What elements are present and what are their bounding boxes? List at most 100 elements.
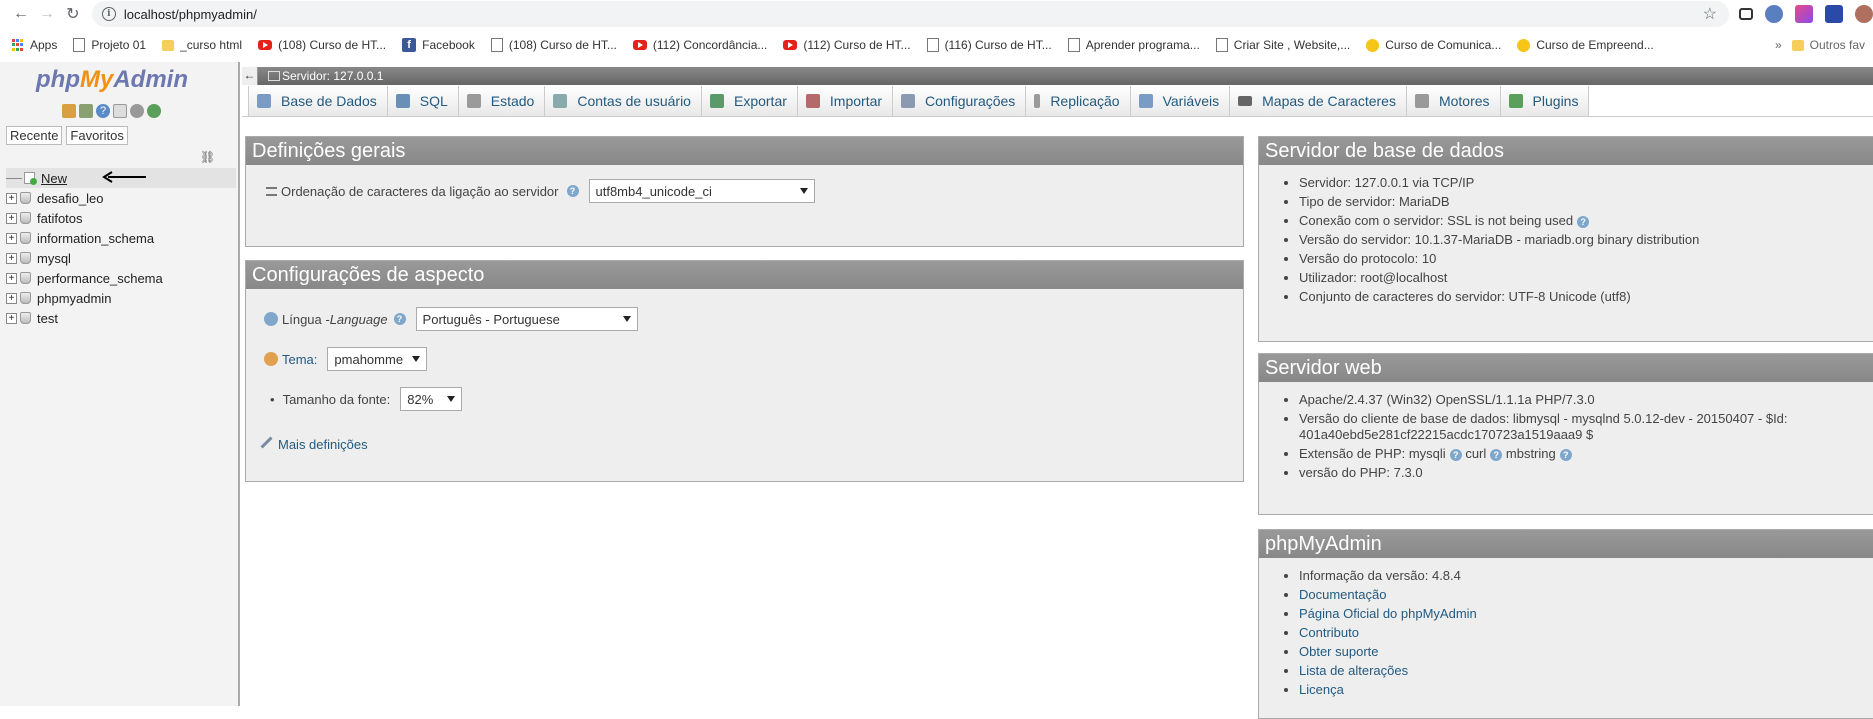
expand-icon[interactable]: +	[6, 232, 17, 244]
page-icon	[1067, 38, 1080, 52]
tree-item-db[interactable]: + mysql	[6, 248, 236, 268]
docs-icon[interactable]	[113, 104, 127, 118]
bookmark-criar-site[interactable]: Criar Site , Website,...	[1215, 38, 1350, 52]
help-icon[interactable]: ?	[96, 104, 110, 118]
database-server-panel: Servidor de base de dados Servidor: 127.…	[1258, 136, 1873, 342]
more-bookmarks-button[interactable]: »	[1775, 38, 1782, 52]
bookmark-aprender[interactable]: Aprender programa...	[1067, 38, 1200, 52]
tree-item-db[interactable]: + performance_schema	[6, 268, 236, 288]
license-link[interactable]: Licença	[1299, 682, 1344, 697]
help-icon[interactable]: ?	[393, 313, 406, 325]
bookmark-empreend[interactable]: Curso de Empreend...	[1517, 38, 1654, 52]
collapse-navigation-button[interactable]: ←	[242, 67, 258, 85]
settings-icon[interactable]	[130, 104, 144, 118]
font-size-select[interactable]: 82%	[400, 387, 463, 411]
theme-label[interactable]: Tema:	[282, 352, 317, 367]
help-icon[interactable]: ?	[1577, 215, 1590, 228]
forward-button[interactable]: →	[34, 1, 60, 27]
bookmark-apps[interactable]: Apps	[12, 38, 57, 52]
favorites-tab[interactable]: Favoritos	[66, 126, 128, 145]
help-icon[interactable]: ?	[1490, 448, 1503, 461]
help-icon[interactable]: ?	[1449, 448, 1462, 461]
theme-select[interactable]: pmahomme	[327, 347, 428, 371]
collation-select[interactable]: utf8mb4_unicode_ci	[588, 179, 815, 203]
info-item: versão do PHP: 7.3.0	[1299, 465, 1873, 481]
documentation-link[interactable]: Documentação	[1299, 587, 1386, 602]
list-icon	[266, 186, 277, 196]
panel-title: phpMyAdmin	[1259, 530, 1873, 558]
tab-charsets[interactable]: Mapas de Caracteres	[1229, 85, 1407, 116]
tab-user-accounts[interactable]: Contas de usuário	[544, 85, 702, 116]
help-icon[interactable]: ?	[1559, 448, 1572, 461]
back-button[interactable]: ←	[8, 1, 34, 27]
bookmarks-bar: Apps Projeto 01 _curso html (108) Curso …	[0, 33, 1873, 57]
bookmark-curso-ht-108b[interactable]: (108) Curso de HT...	[490, 38, 617, 52]
tree-item-db[interactable]: + fatifotos	[6, 208, 236, 228]
info-icon[interactable]: i	[101, 7, 116, 21]
tab-export[interactable]: Exportar	[700, 85, 798, 116]
wrench-icon	[901, 93, 916, 108]
bookmark-curso-ht-108[interactable]: (108) Curso de HT...	[258, 38, 386, 52]
tree-item-db[interactable]: + desafio_leo	[6, 188, 236, 208]
other-bookmarks-folder[interactable]: Outros fav	[1791, 38, 1865, 52]
logout-icon[interactable]	[79, 104, 93, 118]
language-select[interactable]: Português - Portuguese	[415, 307, 638, 331]
theme-icon	[264, 352, 278, 366]
expand-icon[interactable]: +	[6, 212, 17, 224]
phpmyadmin-logo[interactable]: phpMyAdmin	[36, 66, 188, 94]
link-with-main-panel-icon[interactable]: ⛓	[200, 150, 215, 164]
page-icon	[490, 38, 503, 52]
tab-settings[interactable]: Configurações	[892, 85, 1027, 116]
expand-icon[interactable]: +	[6, 292, 17, 304]
tab-engines[interactable]: Motores	[1405, 85, 1501, 116]
bookmark-curso-ht-116[interactable]: (116) Curso de HT...	[926, 38, 1052, 52]
contribute-link[interactable]: Contributo	[1299, 625, 1359, 640]
star-icon[interactable]: ☆	[1703, 4, 1717, 24]
tab-variables[interactable]: Variáveis	[1129, 85, 1231, 116]
more-settings-link[interactable]: Mais definições	[278, 437, 368, 452]
main-header: ← Servidor: 127.0.0.1 Base de Dados SQL …	[242, 67, 1873, 117]
tab-plugins[interactable]: Plugins	[1499, 85, 1590, 116]
tab-sql[interactable]: SQL	[386, 85, 459, 116]
changelog-link[interactable]: Lista de alterações	[1299, 663, 1408, 678]
bookmark-comunica[interactable]: Curso de Comunica...	[1366, 38, 1501, 52]
expand-icon[interactable]: +	[6, 272, 17, 284]
expand-icon[interactable]: +	[6, 252, 17, 264]
bookmark-curso-html[interactable]: _curso html	[162, 38, 242, 52]
tree-item-db[interactable]: + information_schema	[6, 228, 236, 248]
tree-item-new[interactable]: New	[6, 168, 236, 188]
bookmark-concordancia[interactable]: (112) Concordância...	[632, 38, 767, 52]
wrench-icon	[260, 436, 278, 453]
reload-icon[interactable]	[147, 104, 161, 118]
page-icon	[926, 38, 939, 52]
official-page-link[interactable]: Página Oficial do phpMyAdmin	[1299, 606, 1477, 621]
support-link[interactable]: Obter suporte	[1299, 644, 1379, 659]
profile-avatar[interactable]	[1855, 5, 1873, 23]
tab-databases[interactable]: Base de Dados	[248, 85, 388, 116]
chevron-down-icon	[412, 356, 421, 362]
database-icon	[20, 212, 31, 224]
tree-item-db[interactable]: + phpmyadmin	[6, 288, 236, 308]
recent-tab[interactable]: Recente	[6, 126, 63, 145]
address-bar[interactable]: i localhost/phpmyadmin/ ☆	[91, 1, 1729, 27]
tab-import[interactable]: Importar	[796, 85, 894, 116]
expand-icon[interactable]: +	[6, 192, 17, 204]
bookmark-facebook[interactable]: f Facebook	[402, 38, 475, 52]
facebook-icon: f	[402, 38, 417, 52]
home-icon[interactable]	[62, 104, 76, 118]
server-link[interactable]: Servidor: 127.0.0.1	[282, 69, 383, 83]
tab-replication[interactable]: Replicação	[1025, 85, 1131, 116]
expand-icon[interactable]: +	[6, 312, 17, 324]
bookmark-projeto01[interactable]: Projeto 01	[73, 38, 146, 52]
help-icon[interactable]: ?	[566, 185, 579, 197]
gradient-extension-icon[interactable]	[1795, 5, 1813, 23]
reload-button[interactable]: ↻	[60, 1, 86, 27]
coin-icon	[1517, 38, 1531, 52]
flag-extension-icon[interactable]	[1825, 5, 1843, 23]
bookmark-curso-ht-112[interactable]: (112) Curso de HT...	[783, 38, 911, 52]
tab-status[interactable]: Estado	[457, 85, 546, 116]
opera-extension-icon[interactable]	[1765, 5, 1783, 23]
screenshot-extension-icon[interactable]	[1739, 8, 1753, 20]
server-icon	[268, 71, 280, 81]
tree-item-db[interactable]: + test	[6, 308, 236, 328]
